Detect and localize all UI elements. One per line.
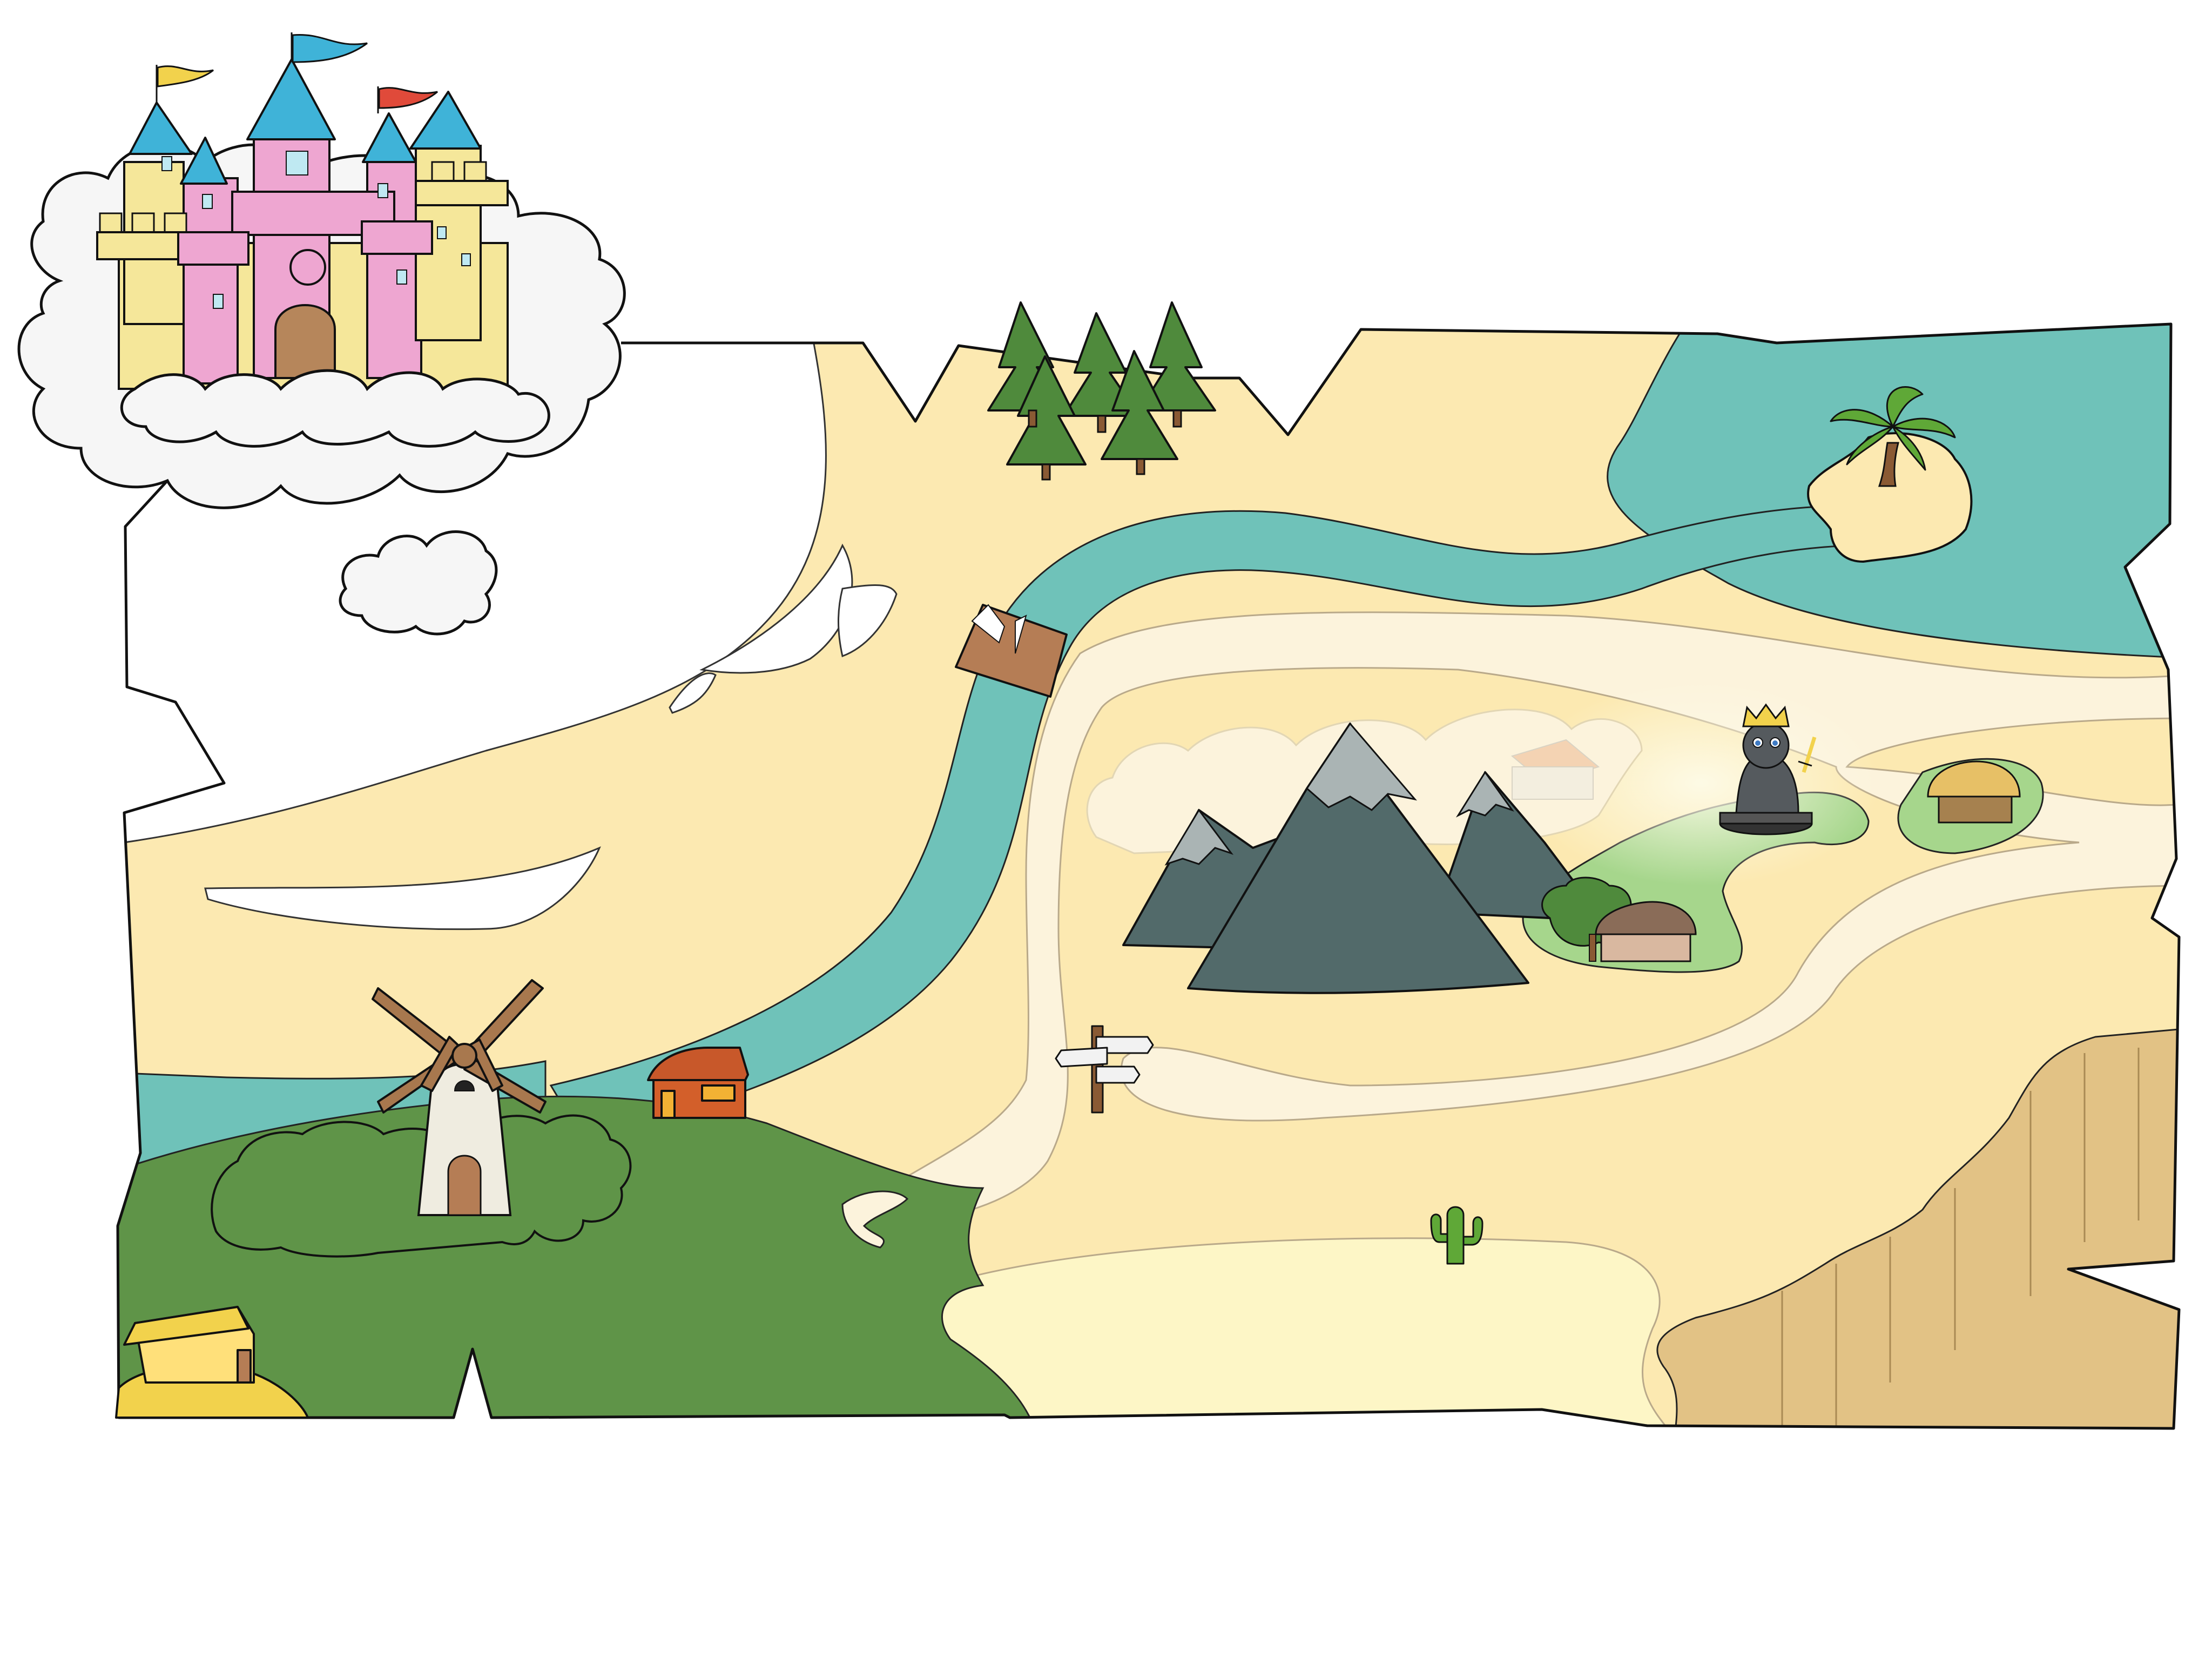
castle-cloud-front (120, 369, 550, 448)
hut-icon (1927, 760, 2021, 824)
castle-icon (17, 32, 626, 509)
desert (939, 1237, 1676, 1428)
straw-hut (1927, 760, 2021, 824)
treasure-map (17, 32, 2181, 1430)
